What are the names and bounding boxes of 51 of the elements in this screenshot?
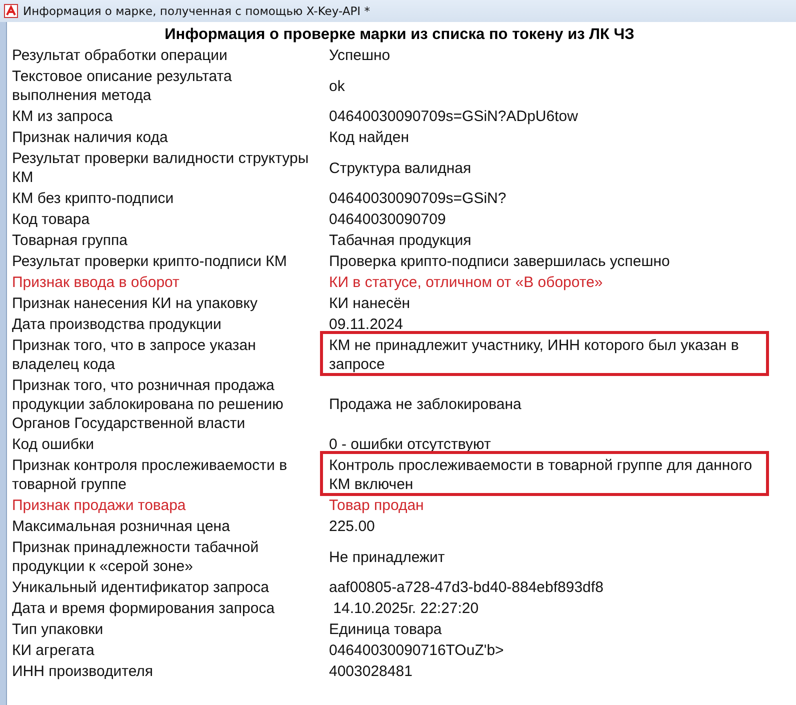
field-label: Признак продажи товара [12,495,329,516]
field-label: ИНН производителя [12,661,329,682]
field-label: Признак контроля прослеживаемости в товарной группе [12,456,288,495]
field-value: 09.11.2024 [329,316,403,333]
field-value: Проверка крипто-подписи завершилась успешно [329,253,670,270]
field-value: 14.10.2025г. 22:27:20 [332,600,479,617]
field-label: Результат обработки операции [12,45,329,66]
app-icon [4,4,18,18]
window-title: Информация о марке, полученная с помощью X-Key-API * [23,4,370,18]
field-label: Код ошибки [12,435,95,455]
field-value: 04640030090709s=GSiN?ADpU6tow [329,108,578,125]
field-value: Контроль прослеживаемости в товарной группе для данного КМ включен [329,457,754,493]
field-value: 0 - ошибки отсутствуют [329,436,491,453]
field-value: 225.00 [329,518,375,535]
field-value: Структура валидная [329,160,472,176]
field-value: 4003028481 [329,663,412,680]
field-value: Код найден [329,129,410,146]
field-value: 04640030090709 [329,211,446,228]
field-label: Признак того, что розничная продажа продукции заблокирована по решению Органов Государственной власти [12,376,284,434]
field-value: Успешно [329,47,390,64]
field-label: Признак принадлежности табачной продукции к «серой зоне» [12,538,260,577]
field-value: aaf00805-a728-47d3-bd40-884ebf893df8 [329,579,604,596]
field-label: Результат проверки крипто-подписи КМ [12,252,288,272]
field-label: Дата и время формирования запроса [12,599,276,619]
field-value: Не принадлежит [329,548,445,566]
field-value: Табачная продукция [329,232,472,249]
field-label: Код товара [12,210,91,230]
field-value: ok [329,78,345,94]
field-label: Признак нанесения КИ на упаковку [12,294,259,314]
field-label: Результат проверки валидности структуры КМ [12,149,310,188]
report-heading: Информация о проверке марки из списка по токену из ЛК ЧЗ [164,25,636,45]
field-value: КИ в статусе, отличном от «В обороте» [329,274,603,291]
field-label: Товарная группа [12,230,329,251]
field-value: Товар продан [329,497,424,514]
field-label: Тип упаковки [12,620,104,640]
field-value: КИ нанесён [329,295,410,312]
field-label: Признак наличия кода [12,128,169,148]
field-label: КМ без крипто-подписи [12,189,175,209]
field-label: КМ из запроса [12,107,114,127]
field-label: КИ агрегата [12,641,96,661]
field-value: Единица товара [329,621,442,638]
field-label: Признак того, что в запросе указан владелец кода [12,335,329,375]
field-label: Максимальная розничная цена [12,517,231,537]
field-value: 04640030090709s=GSiN? [329,190,506,207]
field-label: Уникальный идентификатор запроса [12,578,270,598]
field-label: Дата производства продукции [12,315,222,335]
field-value: 04640030090716TOuZ'b> [329,642,504,659]
field-value: КМ не принадлежит участнику, ИНН которого был указан в запросе [329,337,740,373]
field-value: Продажа не заблокирована [329,396,522,413]
field-label: Признак ввода в оборот [12,273,180,293]
field-label: Текстовое описание результата выполнения метода [12,67,233,106]
